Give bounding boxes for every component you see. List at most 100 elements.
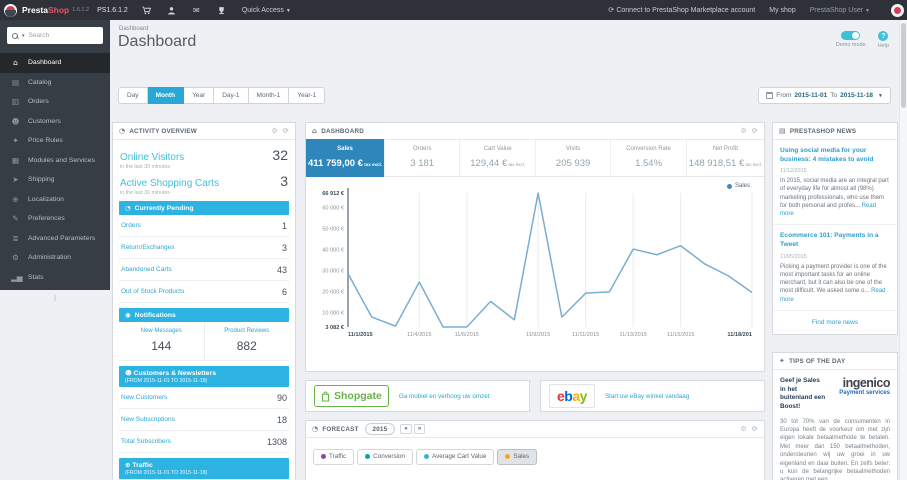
search-scope-caret[interactable]: ▼ <box>21 33 25 38</box>
user-avatar[interactable] <box>891 3 904 17</box>
sidebar-item-administration[interactable]: ⚙ Administration <box>0 248 110 268</box>
kpi-tab-visits[interactable]: Visits 205 939 <box>536 140 612 176</box>
sidebar-item-catalog[interactable]: ▤ Catalog <box>0 73 110 93</box>
article-title[interactable]: Ecommerce 101: Payments in a Tweet <box>780 232 890 249</box>
sidebar-item-label: Preferences <box>28 215 65 223</box>
svg-text:60 000 €: 60 000 € <box>322 206 345 212</box>
toggle-icon[interactable] <box>841 31 861 40</box>
chart-legend[interactable]: Sales <box>726 183 750 189</box>
activity-row-link[interactable]: Out of Stock Products <box>121 288 184 295</box>
shopgate-ad-link[interactable]: Ga mobiel en verhoog uw omzet <box>399 393 490 400</box>
range-button-year[interactable]: Year <box>184 87 215 104</box>
scrollbar-thumb[interactable] <box>901 23 906 108</box>
quick-access-menu[interactable]: Quick Access ▼ <box>242 7 291 14</box>
brand-name[interactable]: PrestaShop <box>22 5 69 15</box>
forecast-filter-sales[interactable]: Sales <box>497 448 538 465</box>
my-shop-link[interactable]: My shop <box>769 7 795 14</box>
svg-text:11/11/2015: 11/11/2015 <box>572 332 599 338</box>
activity-row-link[interactable]: New Subscriptions <box>121 416 175 423</box>
activity-overview-panel: ◔ ACTIVITY OVERVIEW ⚙ ⟳ Online Visitors … <box>112 122 296 480</box>
kpi-tab-sales[interactable]: Sales 411 759,00 € tax excl. <box>306 139 385 177</box>
read-more-link[interactable]: Read more <box>780 288 886 302</box>
messages-icon[interactable]: ✉ <box>192 6 201 15</box>
panel-refresh-icon[interactable]: ⟳ <box>752 127 758 135</box>
news-articles: Using social media for your business: 4 … <box>773 140 897 311</box>
notification-cell[interactable]: Product Reviews 882 <box>203 322 290 360</box>
kpi-tab-orders[interactable]: Orders 3 181 <box>385 140 461 176</box>
user-menu[interactable]: PrestaShop User ▼ <box>810 7 870 14</box>
active-carts-link[interactable]: Active Shopping Carts <box>120 178 219 189</box>
help-button[interactable]: ? Help <box>878 31 889 49</box>
date-range-picker[interactable]: From 2015-11-01 To 2015-11-18 ▼ <box>758 87 891 104</box>
ebay-logo[interactable]: ebay <box>549 384 595 408</box>
sidebar-item-preferences[interactable]: ✎ Preferences <box>0 209 110 229</box>
svg-text:3 082 €: 3 082 € <box>325 325 345 331</box>
ebay-ad-link[interactable]: Start uw eBay winkel vandaag <box>605 393 689 400</box>
activity-row-link[interactable]: New Customers <box>121 394 167 401</box>
dashboard-panel: ⌂ DASHBOARD ⚙ ⟳ Sales 411 759,00 € tax ex… <box>305 122 765 372</box>
tip-headline[interactable]: Geef je Sales in het buitenland een Boos… <box>780 377 826 412</box>
online-visitors-link[interactable]: Online Visitors <box>120 152 184 163</box>
range-button-month-1[interactable]: Month-1 <box>248 87 290 104</box>
range-button-year-1[interactable]: Year-1 <box>289 87 326 104</box>
activity-row: Out of Stock Products 6 <box>119 281 289 303</box>
range-button-month[interactable]: Month <box>147 87 185 104</box>
article-excerpt: In 2015, social media are an integral pa… <box>780 178 889 218</box>
forecast-filter-conversion[interactable]: Conversion <box>357 448 414 465</box>
catalog-icon: ▤ <box>11 77 20 87</box>
panel-refresh-icon[interactable]: ⟳ <box>283 127 289 135</box>
kpi-tab-net-profit[interactable]: Net Profit 148 918,51 € tax excl. <box>687 140 764 176</box>
kpi-tab-conversion-rate[interactable]: Conversion Rate 1.54% <box>611 140 687 176</box>
forecast-prev-button[interactable]: « <box>400 424 412 434</box>
sidebar-item-customers[interactable]: ☻ Customers <box>0 112 110 132</box>
activity-row-value: 6 <box>281 286 287 297</box>
shipping-icon: ➤ <box>12 175 19 185</box>
sidebar-item-stats[interactable]: ▂▅ Stats <box>0 268 110 288</box>
page-scrollbar <box>899 20 907 480</box>
breadcrumb[interactable]: Dashboard <box>119 26 148 32</box>
traffic-header: ⊕ Traffic (FROM 2015-11-01 TO 2015-11-18… <box>119 458 289 479</box>
read-more-link[interactable]: Read more <box>780 203 876 217</box>
activity-row-link[interactable]: Abandoned Carts <box>121 266 172 273</box>
activity-row-link[interactable]: Return/Exchanges <box>121 244 174 251</box>
panel-settings-icon[interactable]: ⚙ <box>740 425 746 433</box>
sidebar-item-dashboard[interactable]: ⌂ Dashboard <box>0 53 110 73</box>
sidebar-item-orders[interactable]: ▥ Orders <box>0 92 110 112</box>
sidebar-item-shipping[interactable]: ➤ Shipping <box>0 170 110 190</box>
sidebar-item-modules-and-services[interactable]: ▦ Modules and Services <box>0 151 110 171</box>
forecast-filter-average-cart-value[interactable]: Average Cart Value <box>416 448 495 465</box>
notification-cell[interactable]: New Messages 144 <box>119 322 204 360</box>
cart-icon[interactable] <box>142 6 151 15</box>
panel-settings-icon[interactable]: ⚙ <box>271 127 277 135</box>
prestashop-logo[interactable] <box>4 3 17 17</box>
article-date: 11/05/2015 <box>780 253 807 260</box>
find-more-news-link[interactable]: Find more news <box>773 311 897 334</box>
trophy-icon[interactable] <box>217 6 226 15</box>
sales-chart: Sales 11/1/2015 11/4/2015 11/6/2015 11/9/20… <box>306 177 764 367</box>
search-input[interactable] <box>28 32 98 39</box>
svg-text:30 000 €: 30 000 € <box>322 268 345 274</box>
sidebar-item-advanced-parameters[interactable]: ≣ Advanced Parameters <box>0 229 110 249</box>
kpi-tab-cart-value[interactable]: Cart Value 129,44 € tax excl. <box>460 140 536 176</box>
stats-icon: ▂▅ <box>11 272 23 282</box>
forecast-filter-traffic[interactable]: Traffic <box>313 448 355 465</box>
article-title[interactable]: Using social media for your business: 4 … <box>780 147 890 164</box>
shopgate-logo[interactable]: Shopgate <box>314 385 389 407</box>
activity-row-link[interactable]: Total Subscribers <box>121 438 171 445</box>
panel-refresh-icon[interactable]: ⟳ <box>752 425 758 433</box>
ingenico-logo[interactable]: ingenico Payment services <box>830 377 890 412</box>
help-icon[interactable]: ? <box>878 31 889 41</box>
range-button-day[interactable]: Day <box>118 87 148 104</box>
svg-text:11/1/2015: 11/1/2015 <box>348 332 373 338</box>
sidebar-collapse-button[interactable]: ‖ <box>0 287 110 309</box>
range-button-day-1[interactable]: Day-1 <box>214 87 249 104</box>
sidebar-item-localization[interactable]: ⊕ Localization <box>0 190 110 210</box>
demo-mode-toggle[interactable]: Demo mode <box>836 31 866 49</box>
forecast-year-badge[interactable]: 2015 <box>364 423 396 435</box>
activity-row-link[interactable]: Orders <box>121 222 141 229</box>
sidebar-item-price-rules[interactable]: ✦ Price Rules <box>0 131 110 151</box>
panel-settings-icon[interactable]: ⚙ <box>740 127 746 135</box>
forecast-next-button[interactable]: » <box>413 424 426 434</box>
marketplace-link[interactable]: ⟳ Connect to PrestaShop Marketplace acco… <box>608 6 755 14</box>
employee-icon[interactable] <box>167 6 176 15</box>
